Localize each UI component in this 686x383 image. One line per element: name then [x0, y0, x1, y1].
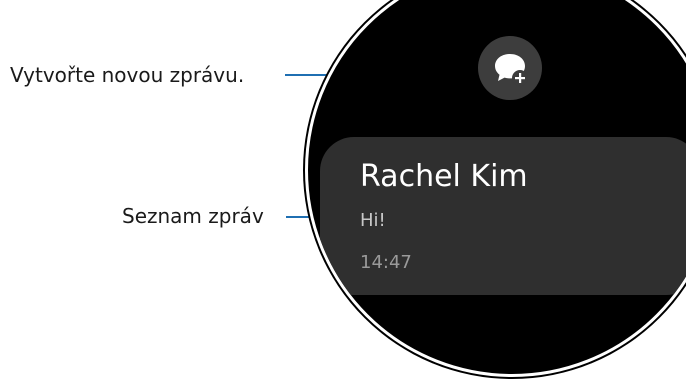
message-preview: Hi! [360, 210, 386, 231]
callout-new-message-label: Vytvořte novou zprávu. [10, 63, 245, 87]
new-message-icon [495, 54, 528, 86]
message-time: 14:47 [360, 252, 412, 273]
message-list-item[interactable]: Rachel Kim Hi! 14:47 [320, 137, 686, 295]
contact-name: Rachel Kim [360, 159, 528, 194]
callout-message-list-label: Seznam zpráv [122, 204, 264, 228]
new-message-button[interactable] [478, 36, 542, 100]
watch-screen: Rachel Kim Hi! 14:47 [305, 0, 686, 377]
